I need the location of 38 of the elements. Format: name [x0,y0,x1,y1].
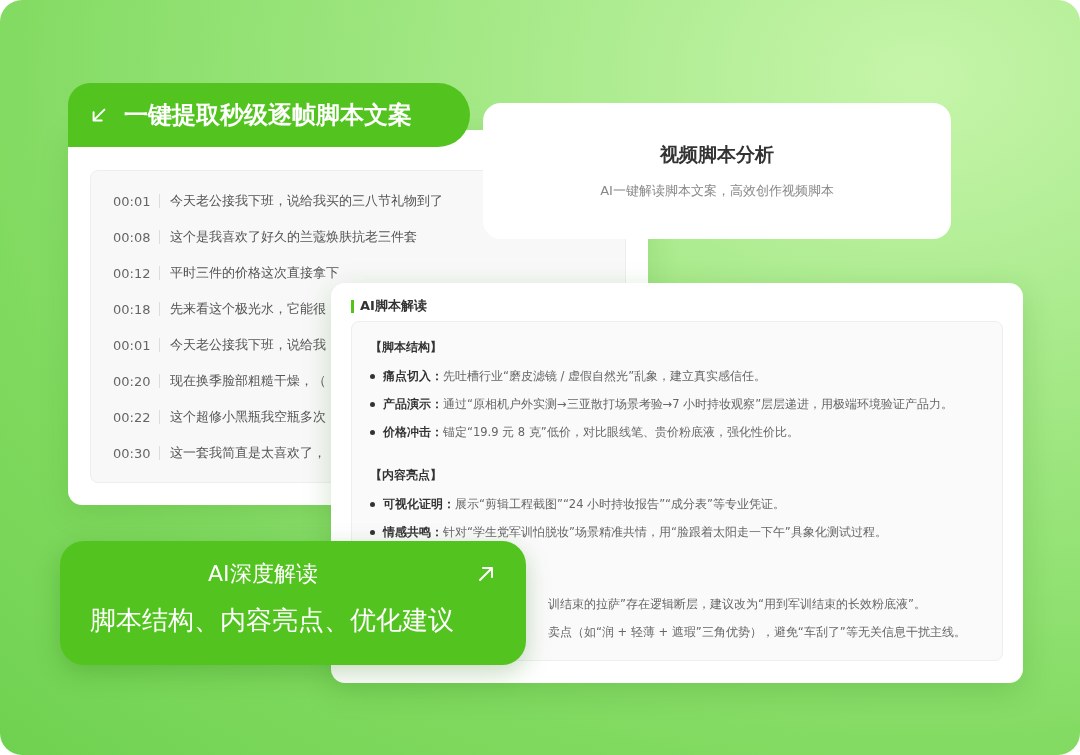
bullet-icon [370,401,375,407]
bullet-icon [370,501,375,507]
transcript-line: 这一套我简直是太喜欢了， [170,444,326,462]
arrow-icon [476,564,496,584]
analysis-point: 情感共鸣：针对“学生党军训怕脱妆”场景精准共情，用“脸跟着太阳走一下午”具象化测试过程。 [383,524,887,540]
bullet-icon [370,429,375,435]
transcript-line: 这个超修小黑瓶我空瓶多次 [170,408,326,426]
timestamp: 00:12 [113,265,151,281]
analysis-point: 产品演示：通过“原相机户外实测→三亚散打场景考验→7 小时持妆观察”层层递进，用极端环境验证产品力。 [383,396,954,412]
analysis-title: AI脚本解读 [360,297,427,315]
feature-title: 视频脚本分析 [660,142,774,167]
arrow-icon [90,106,108,124]
timestamp: 00:18 [113,301,151,317]
timestamp: 00:01 [113,193,151,209]
banner-title: 一键提取秒级逐帧脚本文案 [124,100,412,131]
bullet-icon [370,529,375,535]
transcript-line: 今天老公接我下班，说给我 [170,336,326,354]
bullet-icon [370,373,375,379]
section-heading: 【脚本结构】 [370,339,443,356]
timestamp: 00:22 [113,409,151,425]
promo-subtitle: 脚本结构、内容亮点、优化建议 [90,604,455,637]
timestamp: 00:01 [113,337,151,353]
timestamp: 00:08 [113,229,151,245]
transcript-line: 平时三件的价格这次直接拿下 [170,264,339,282]
analysis-point: 价格冲击：锚定“19.9 元 8 克”低价，对比眼线笔、贵价粉底液，强化性价比。 [383,424,799,440]
section-heading: 【内容亮点】 [370,467,443,484]
transcript-line: 这个是我喜欢了好久的兰蔻焕肤抗老三件套 [170,228,417,246]
analysis-point: 可视化证明：展示“剪辑工程截图”“24 小时持妆报告”“成分表”等专业凭证。 [383,496,786,512]
transcript-line: 今天老公接我下班，说给我买的三八节礼物到了 [170,192,443,210]
transcript-line: 先来看这个极光水，它能很 [170,300,326,318]
analysis-point: 痛点切入：先吐槽行业“磨皮滤镜 / 虚假自然光”乱象，建立真实感信任。 [383,368,767,384]
feature-subtitle: AI一键解读脚本文案，高效创作视频脚本 [600,182,834,200]
analysis-point: 卖点（如“润 + 轻薄 + 遮瑕”三角优势），避免“车刮了”等无关信息干扰主线。 [548,624,966,640]
timestamp: 00:30 [113,445,151,461]
transcript-line: 现在换季脸部粗糙干燥，（ [170,372,326,390]
analysis-point: 训结束的拉萨”存在逻辑断层，建议改为“用到军训结束的长效粉底液”。 [548,596,926,612]
timestamp: 00:20 [113,373,151,389]
promo-title: AI深度解读 [208,560,318,588]
